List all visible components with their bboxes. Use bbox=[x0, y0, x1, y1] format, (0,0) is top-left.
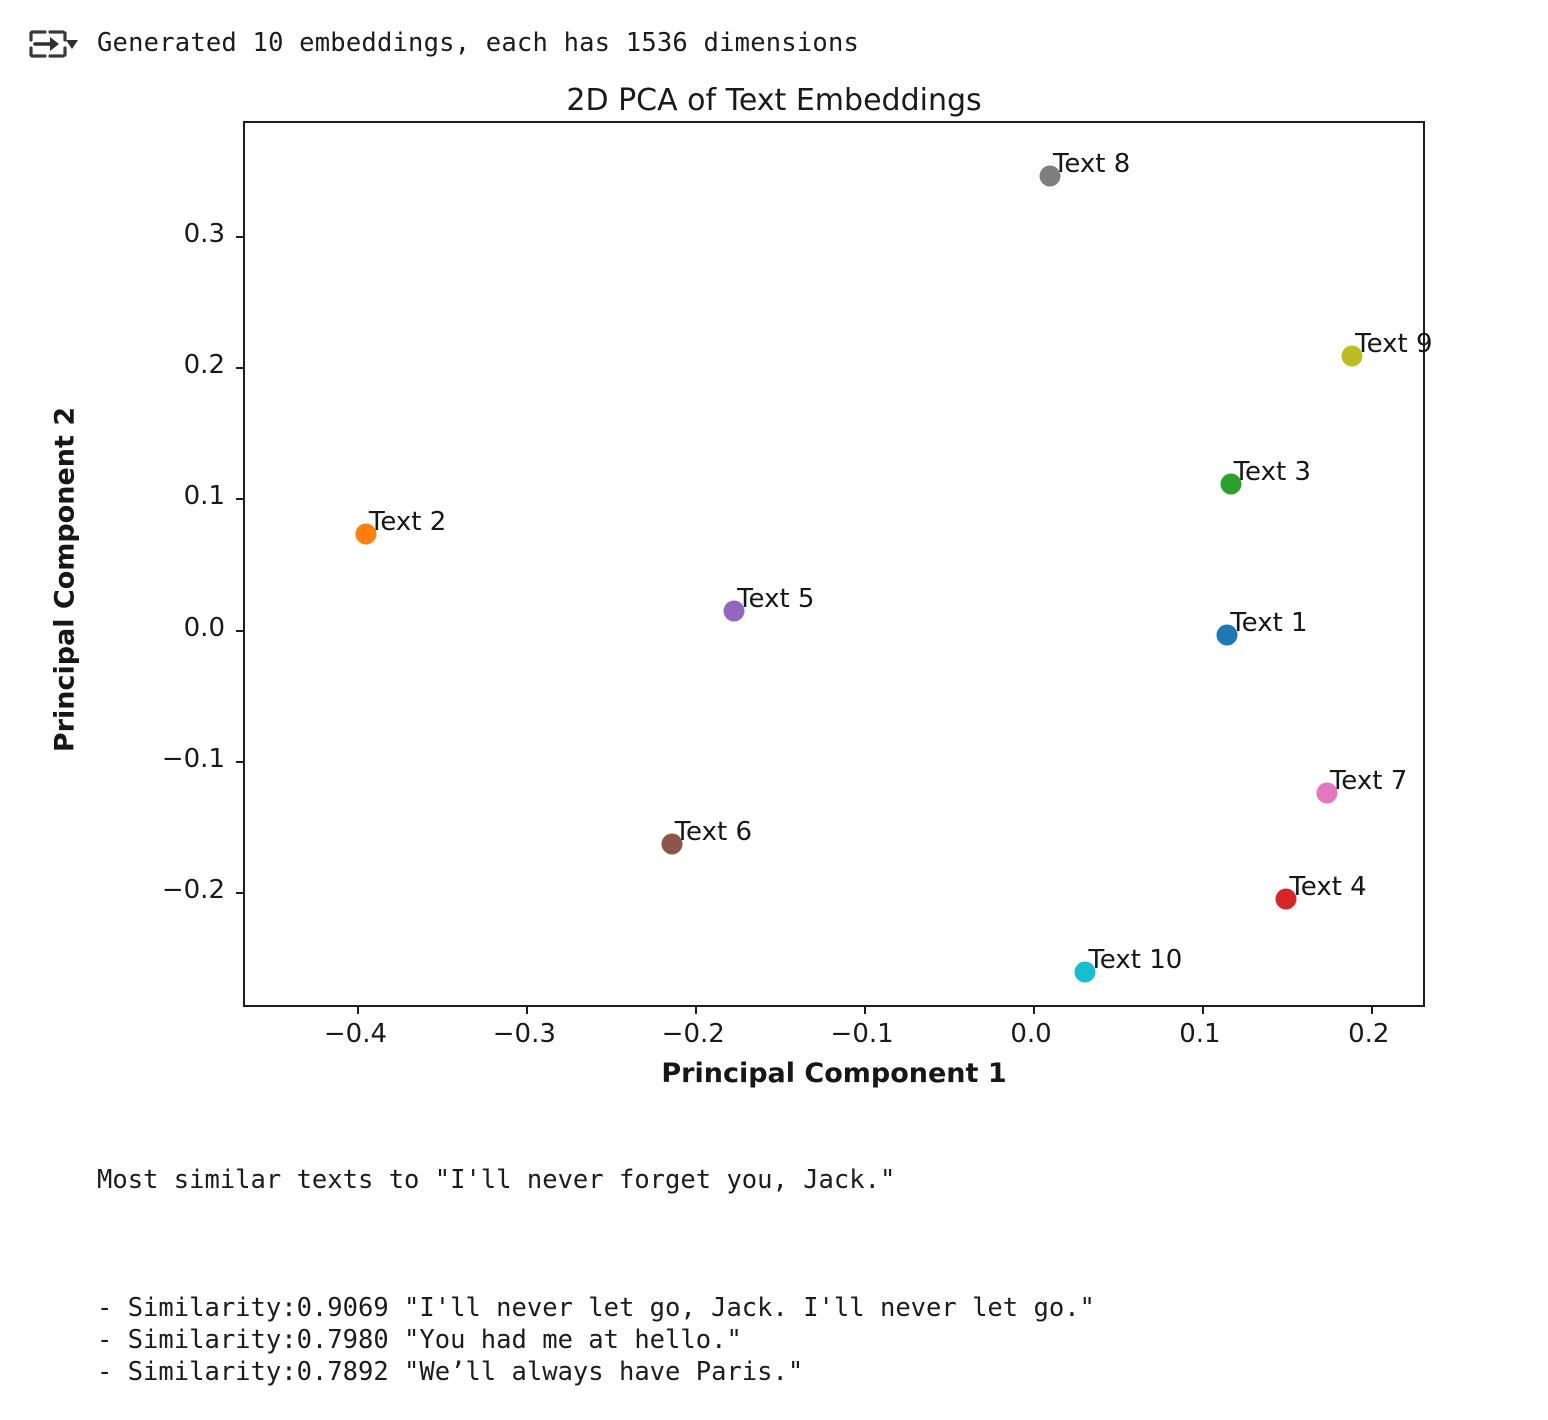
x-axis-tick-label: 0.2 bbox=[1348, 1019, 1390, 1049]
x-axis-tick-label: −0.2 bbox=[661, 1019, 725, 1049]
x-axis-tick-label: −0.1 bbox=[830, 1019, 894, 1049]
y-axis-tick-label: 0.1 bbox=[183, 481, 225, 512]
scatter-point-label: Text 6 bbox=[674, 816, 752, 847]
x-axis-tick-label: 0.1 bbox=[1179, 1019, 1221, 1049]
x-axis-tick bbox=[864, 1005, 867, 1014]
similarity-result-line: - Similarity:0.7980 "You had me at hello… bbox=[97, 1325, 742, 1355]
x-axis-tick bbox=[695, 1005, 698, 1014]
x-axis-tick-label: 0.0 bbox=[1010, 1019, 1052, 1049]
scatter-point-label: Text 9 bbox=[1355, 329, 1433, 360]
scatter-point-label: Text 7 bbox=[1329, 765, 1408, 796]
x-axis-tick-label: −0.3 bbox=[492, 1019, 556, 1049]
pca-scatter-figure: 2D PCA of Text Embeddings Text 1 Text 2 Te… bbox=[0, 70, 1548, 1100]
y-axis-tick-label: 0.3 bbox=[183, 218, 225, 249]
scatter-point-label: Text 3 bbox=[1233, 456, 1311, 487]
embeddings-output-text: Generated 10 embeddings, each has 1536 d… bbox=[97, 28, 860, 58]
similarity-result-line: - Similarity:0.9069 "I'll never let go, … bbox=[97, 1293, 1095, 1323]
y-axis-tick-label: 0.0 bbox=[183, 612, 225, 643]
plot-inner: Text 1 Text 2 Text 3 Text 4 Text 5 Text 6 Text… bbox=[236, 123, 1433, 1014]
y-axis-tick bbox=[236, 892, 245, 895]
x-axis-tick bbox=[1201, 1005, 1204, 1014]
stream-output-icon[interactable] bbox=[28, 27, 80, 61]
similarity-heading: Most similar texts to "I'll never forget… bbox=[97, 1165, 896, 1195]
similarity-result-line: - Similarity:0.7892 "We’ll always have P… bbox=[97, 1357, 804, 1387]
y-axis-tick bbox=[236, 235, 245, 238]
x-axis-tick bbox=[357, 1005, 360, 1014]
x-axis-tick bbox=[1033, 1005, 1035, 1014]
y-axis-tick bbox=[236, 760, 245, 763]
x-axis-tick bbox=[526, 1005, 529, 1014]
y-axis-tick-label: −0.1 bbox=[161, 743, 225, 774]
y-axis-tick-label: −0.2 bbox=[161, 875, 225, 906]
scatter-point-label: Text 1 bbox=[1230, 607, 1308, 638]
plot-area: Text 1 Text 2 Text 3 Text 4 Text 5 Text 6 Text… bbox=[236, 121, 1433, 1014]
scatter-point-label: Text 2 bbox=[368, 506, 447, 537]
similarity-results-list: - Similarity:0.9069 "I'll never let go, … bbox=[97, 1292, 1095, 1388]
scatter-point-label: Text 4 bbox=[1289, 871, 1367, 902]
similarity-output-block: Most similar texts to "I'll never forget… bbox=[97, 1100, 1095, 1420]
scatter-point-label: Text 10 bbox=[1088, 945, 1183, 976]
y-axis-tick bbox=[236, 366, 245, 369]
y-axis-label: Principal Component 2 bbox=[49, 406, 81, 753]
chart-title: 2D PCA of Text Embeddings bbox=[566, 83, 982, 118]
scatter-point-label: Text 5 bbox=[737, 584, 815, 615]
x-axis-tick bbox=[1370, 1005, 1373, 1014]
y-axis-tick bbox=[236, 629, 245, 632]
x-axis-label: Principal Component 1 bbox=[661, 1058, 1007, 1089]
x-axis-tick-label: −0.4 bbox=[323, 1019, 388, 1049]
y-axis-tick bbox=[236, 498, 245, 501]
scatter-point-label: Text 8 bbox=[1052, 149, 1131, 180]
y-axis-tick-label: 0.2 bbox=[183, 349, 225, 380]
